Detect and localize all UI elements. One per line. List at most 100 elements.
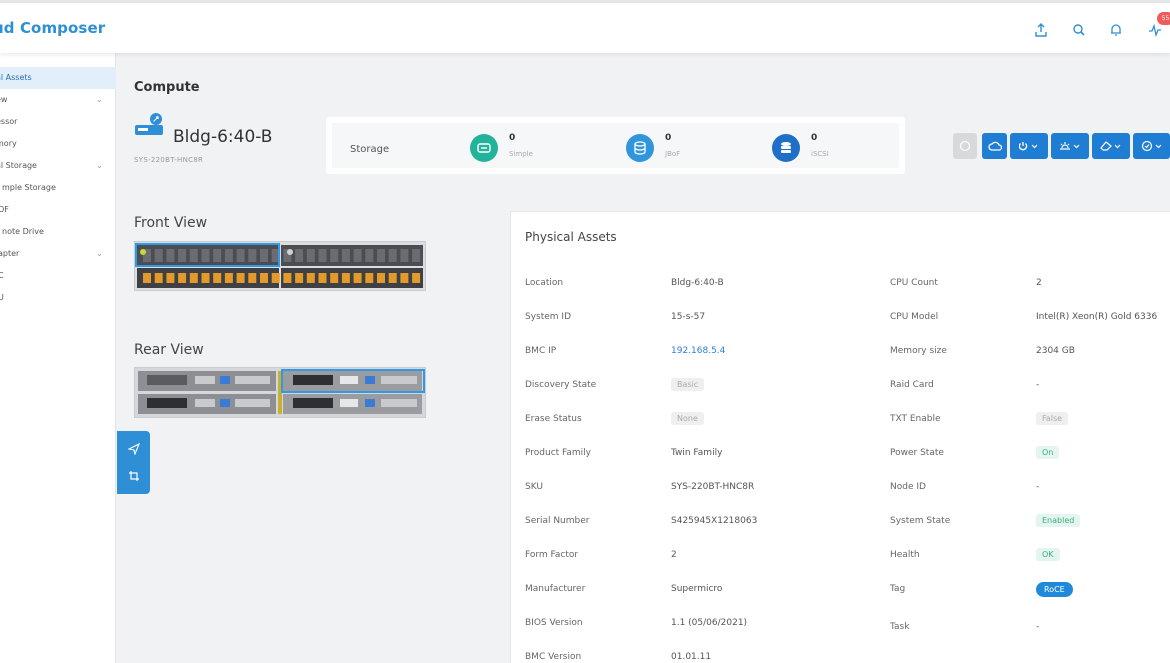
asset-label: Power State [890,448,944,458]
sidebar-item-jbof[interactable]: OF [0,199,116,221]
notification-badge: 55 [1157,12,1170,25]
drive-bay-led [306,273,315,283]
drive-bay-led [260,273,268,283]
asset-label: SKU [525,482,543,492]
asset-value: S425945X1218063 [671,516,758,526]
cloud-button[interactable] [982,133,1007,159]
health-button[interactable] [1133,133,1170,159]
drive-icon [470,134,498,162]
asset-value: - [1036,380,1040,390]
storage-summary-inner: Storage 0 Simple 0 JBoF 0 iSCSI [332,123,899,168]
asset-status-badge: False [1036,412,1069,425]
drive-bay [189,249,198,262]
asset-label: Node ID [890,482,926,492]
search-icon[interactable] [1070,21,1088,39]
server-sku: SYS-220BT-HNC8R [134,156,204,164]
sidebar-item-gpu[interactable]: U [0,287,116,309]
drive-bay-led [213,273,222,283]
sidebar-item-memory[interactable]: mory [0,133,116,155]
top-header: ud Composer 55 [0,3,1170,53]
asset-status-badge[interactable]: RoCE [1036,582,1073,597]
drive-bay-led [341,273,350,283]
asset-label: Manufacturer [525,584,586,594]
page-title: Compute [134,80,200,95]
asset-label: Raid Card [890,380,934,390]
asset-value: 01.01.11 [671,652,712,662]
drive-bay [365,249,374,262]
drive-bay-led [154,273,163,283]
jbof-label: JBoF [665,150,681,158]
drive-bay-led [271,273,280,283]
jbof-count: 0 [665,133,672,143]
front-view-chassis[interactable] [134,241,426,291]
asset-value: 1.1 (05/06/2021) [671,618,748,628]
drive-bay-led [365,273,374,283]
bell-icon[interactable] [1107,21,1125,39]
asset-label: CPU Count [890,278,938,288]
sidebar-item-label: apter [0,249,20,258]
asset-label: Task [890,622,910,632]
drive-bay-led [412,273,421,283]
asset-label: Serial Number [525,516,590,526]
chevron-down-icon: ⌄ [96,161,103,170]
drive-bay [295,249,304,262]
drive-bay [341,249,350,262]
erase-button[interactable] [1092,133,1130,159]
storage-summary-card: Storage 0 Simple 0 JBoF 0 iSCSI [326,117,905,174]
disabled-action-button[interactable] [953,133,977,159]
asset-status-badge: Basic [671,378,705,391]
asset-value: SYS-220BT-HNC8R [671,482,755,492]
indicator-button[interactable] [1051,133,1089,159]
asset-status-badge: Enabled [1036,514,1081,527]
server-name: Bldg-6:40-B [173,127,273,147]
asset-label: BMC Version [525,652,582,662]
asset-label: BMC IP [525,346,557,356]
send-icon[interactable] [127,442,141,456]
drive-bay [330,249,339,262]
asset-label: Form Factor [525,550,579,560]
rear-view-chassis[interactable] [134,367,426,418]
sidebar-item-nic[interactable]: C [0,265,116,287]
sidebar-item-label: al Assets [0,73,32,82]
sidebar: al Assets ew ⌄ essor mory al Storage ⌄ m… [0,53,116,663]
sidebar-item-overview[interactable]: ew ⌄ [0,89,116,111]
asset-value: 2304 GB [1036,346,1075,356]
drive-bay [248,249,257,262]
rear-view-title: Rear View [134,342,204,358]
chevron-down-icon: ⌄ [96,249,103,258]
app-title: ud Composer [0,19,106,37]
sidebar-item-remote-drive[interactable]: note Drive [0,221,116,243]
asset-label: Location [525,278,564,288]
drive-bay-led [283,273,292,283]
drive-bay [388,249,397,262]
sidebar-item-adapter[interactable]: apter ⌄ [0,243,116,265]
sidebar-item-label: mple Storage [2,183,56,192]
asset-value-link[interactable]: 192.168.5.4 [671,346,725,356]
asset-label: Memory size [890,346,947,356]
asset-value: - [1036,622,1040,632]
asset-value: Supermicro [671,584,723,594]
iscsi-label: iSCSI [811,150,829,158]
sidebar-item-simple-storage[interactable]: mple Storage [0,177,116,199]
sidebar-item-local-storage[interactable]: al Storage ⌄ [0,155,116,177]
drive-bay [166,249,175,262]
asset-status-badge: On [1036,446,1060,459]
drive-bay [400,249,409,262]
app-frame: ud Composer 55 al Assets ew ⌄ essor mory [0,0,1170,663]
physical-assets-title: Physical Assets [525,230,617,244]
sidebar-item-physical-assets[interactable]: al Assets [0,67,116,89]
drive-bay-led [178,273,187,283]
drive-bay-led [189,273,198,283]
crop-icon[interactable] [127,469,141,483]
asset-label: Discovery State [525,380,597,390]
asset-label: Tag [890,584,906,594]
drive-bay-led [236,273,245,283]
asset-value: 15-s-57 [671,312,706,322]
front-view-title: Front View [134,215,208,231]
power-button[interactable] [1010,133,1048,159]
drive-bay-led [224,273,233,283]
sidebar-item-processor[interactable]: essor [0,111,116,133]
upload-icon[interactable] [1032,21,1050,39]
asset-label: TXT Enable [890,414,941,424]
drive-bay [213,249,222,262]
